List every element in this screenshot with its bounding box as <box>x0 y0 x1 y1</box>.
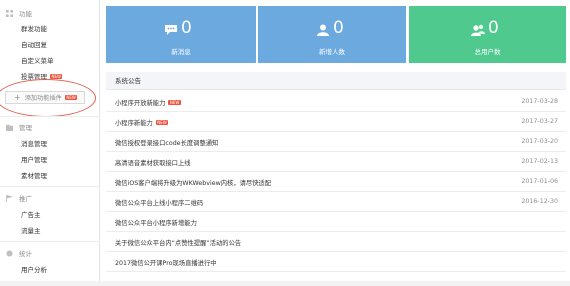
announcement-date: 2016-12-30 <box>521 198 558 205</box>
sidebar-item-label: 用户分析 <box>21 266 47 274</box>
chart-icon <box>6 249 13 257</box>
sidebar-section-label: 管理 <box>19 124 32 132</box>
announcement-title: 微信iOS客户端将升级为WKWebview内核，请尽快适配 <box>115 180 272 187</box>
announcement-row[interactable]: 2017微信公开课Pro现场直播进行中 <box>106 252 566 272</box>
sidebar-item-label: 流量主 <box>21 227 41 235</box>
sidebar-item-auto-reply[interactable]: 自动回复 <box>21 39 47 49</box>
announcement-title-text: 小程序新能力 <box>115 120 153 127</box>
announcement-date: 2017-03-27 <box>521 118 558 125</box>
stat-card-new-users[interactable]: 0 新增人数 <box>258 6 406 63</box>
announcement-title: 微信公众平台小程序新增能力 <box>115 220 197 227</box>
sidebar-section-promote: 推广 <box>6 193 32 203</box>
announcement-panel: 系统公告 小程序开放新能力 NEW 2017-03-28 小程序新能力 NEW 20… <box>106 72 566 286</box>
sidebar-section-label: 推广 <box>19 195 32 203</box>
announcement-row[interactable]: 关于微信公众平台内“点赞性提醒”活动的公告 <box>106 232 566 252</box>
sidebar-item-advertiser[interactable]: 广告主 <box>21 209 41 219</box>
announcement-title: 2017微信公开课Pro现场直播进行中 <box>115 260 217 267</box>
flag-icon <box>6 194 13 202</box>
new-badge: NEW <box>168 100 181 105</box>
sidebar-section-label: 统计 <box>19 250 32 258</box>
announcement-title: 微信公众平台上线小程序二维码 <box>115 200 204 207</box>
sidebar-item-custom-menu[interactable]: 自定义菜单 <box>21 55 54 65</box>
stat-value: 0 <box>488 18 499 38</box>
horizontal-scrollbar[interactable] <box>0 281 570 286</box>
sidebar: 功能 群发功能 自动回复 自定义菜单 投票管理 NEW + 添加功能插件 NEW … <box>0 0 100 286</box>
announcement-row[interactable]: 微信公众平台上线小程序二维码 2016-12-30 <box>106 192 566 212</box>
sidebar-section-label: 功能 <box>19 10 32 18</box>
new-badge: NEW <box>155 120 169 125</box>
announcement-date: 2017-01-06 <box>521 178 558 185</box>
sidebar-item-label: 自定义菜单 <box>21 57 54 65</box>
sidebar-section-stats: 统计 <box>6 248 32 258</box>
stat-value: 0 <box>333 18 344 38</box>
sidebar-section-function: 功能 <box>6 8 32 18</box>
divider <box>0 116 100 117</box>
sidebar-item-mass-send[interactable]: 群发功能 <box>21 23 47 33</box>
new-badge: NEW <box>50 73 63 79</box>
announcement-date: 2017-03-20 <box>521 138 558 145</box>
announcement-title: 小程序新能力 NEW <box>115 118 169 127</box>
message-icon <box>165 25 177 35</box>
sidebar-item-user-analysis[interactable]: 用户分析 <box>21 264 47 274</box>
sidebar-section-manage: 管理 <box>6 122 32 132</box>
sidebar-item-users[interactable]: 用户管理 <box>21 154 47 164</box>
announcement-date: 2017-03-28 <box>521 98 558 105</box>
sidebar-item-label: 消息管理 <box>21 140 47 148</box>
sidebar-item-label: 自动回复 <box>21 41 47 49</box>
stat-card-new-messages[interactable]: 0 新消息 <box>106 6 256 63</box>
announcement-date: 2017-02-13 <box>521 158 558 165</box>
announcement-row[interactable]: 小程序开放新能力 NEW 2017-03-28 <box>106 92 566 112</box>
highlight-ellipse <box>0 79 96 117</box>
sidebar-item-label: 群发功能 <box>21 25 47 33</box>
stat-card-total-users[interactable]: 0 总用户数 <box>409 6 566 63</box>
announcement-row[interactable]: 微信授权登录接口code长度调整通知 2017-03-20 <box>106 132 566 152</box>
announcement-title-text: 小程序开放新能力 <box>115 100 166 107</box>
sidebar-item-label: 广告主 <box>21 211 41 219</box>
announcement-row[interactable]: 小程序新能力 NEW 2017-03-27 <box>106 112 566 132</box>
divider <box>0 241 100 242</box>
announcement-title: 微信授权登录接口code长度调整通知 <box>115 140 219 147</box>
stat-label: 新增人数 <box>319 48 345 56</box>
sidebar-item-label: 用户管理 <box>21 156 47 164</box>
folder-icon <box>6 124 13 131</box>
announcement-title: 小程序开放新能力 NEW <box>115 98 181 107</box>
sidebar-item-messages[interactable]: 消息管理 <box>21 138 47 148</box>
announcement-row[interactable]: 微信iOS客户端将升级为WKWebview内核，请尽快适配 2017-01-06 <box>106 172 566 192</box>
stat-label: 总用户数 <box>474 48 501 56</box>
stat-value: 0 <box>181 18 192 38</box>
stat-label: 新消息 <box>171 48 191 56</box>
sidebar-item-label: 素材管理 <box>21 172 47 180</box>
users-icon <box>471 24 485 36</box>
announcement-title: 关于微信公众平台内“点赞性提醒”活动的公告 <box>115 240 242 247</box>
announcement-panel-title: 系统公告 <box>106 72 566 90</box>
announcement-row[interactable]: 高清语音素材获取接口上线 2017-02-13 <box>106 152 566 172</box>
grid-icon <box>6 9 13 17</box>
sidebar-item-publisher[interactable]: 流量主 <box>21 225 41 235</box>
divider <box>0 186 100 187</box>
announcement-title: 高清语音素材获取接口上线 <box>115 160 191 167</box>
sidebar-item-materials[interactable]: 素材管理 <box>21 170 47 180</box>
announcement-row[interactable]: 微信公众平台小程序新增能力 <box>106 212 566 232</box>
user-icon <box>317 24 329 36</box>
